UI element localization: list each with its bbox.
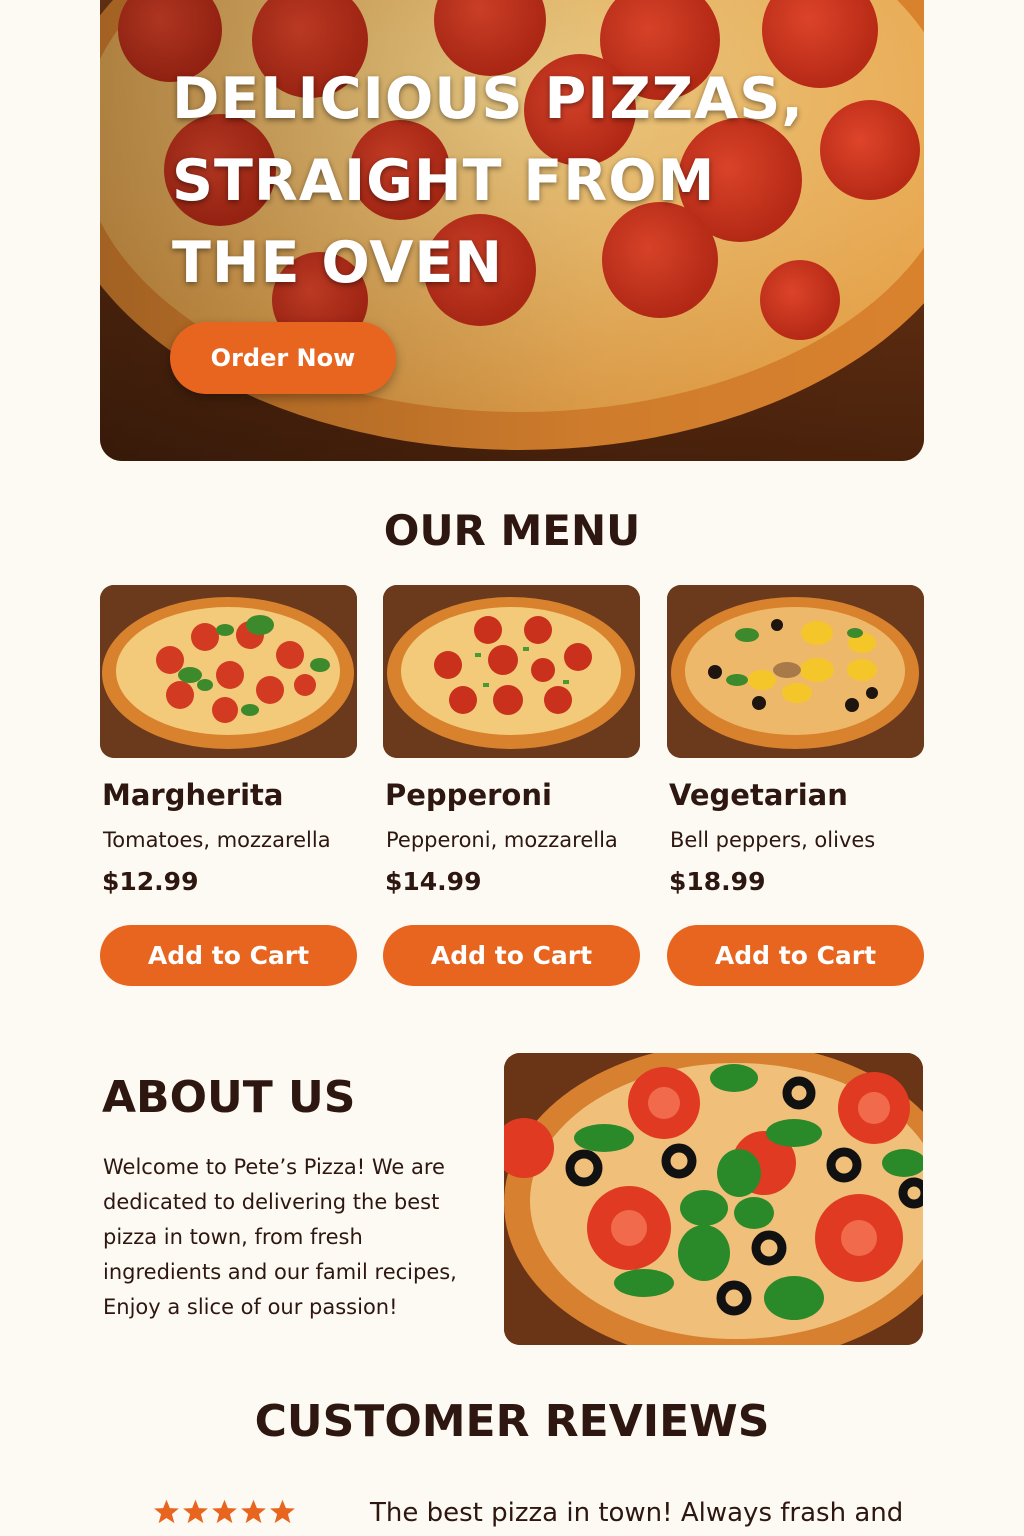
about-section-title: ABOUT US	[102, 1072, 356, 1123]
about-pizza-graphic	[504, 1053, 923, 1345]
item-price: $12.99	[102, 867, 199, 896]
about-pizza-image	[504, 1053, 923, 1345]
star-icon	[183, 1499, 208, 1524]
reviews-section-title: CUSTOMER REVIEWS	[254, 1396, 770, 1447]
item-description: Bell peppers, olives	[670, 828, 876, 852]
about-description: Welcome to Pete’s Pizza! We are dedicate…	[103, 1155, 457, 1319]
item-description: Pepperoni, mozzarella	[386, 828, 618, 852]
item-price: $18.99	[669, 867, 766, 896]
item-name: Pepperoni	[385, 778, 552, 812]
add-to-cart-button[interactable]: Add to Cart	[100, 925, 357, 986]
hero-title-line: STRAIGHT FROM	[172, 148, 716, 214]
menu-item-pepperoni: Pepperoni Pepperoni, mozzarella $14.99 A…	[383, 585, 640, 986]
item-name: Vegetarian	[669, 778, 848, 812]
menu-section-title: OUR MENU	[383, 506, 641, 555]
review-text: The best pizza in town! Always frash and	[370, 1498, 904, 1528]
hero-title-line: DELICIOUS PIZZAS,	[172, 66, 804, 132]
star-icon	[154, 1499, 179, 1524]
add-to-cart-button[interactable]: Add to Cart	[383, 925, 640, 986]
star-icon	[270, 1499, 295, 1524]
order-now-button[interactable]: Order Now	[170, 322, 396, 394]
item-price: $14.99	[385, 867, 482, 896]
star-icon	[212, 1499, 237, 1524]
menu-item-margherita: Margherita Tomatoes, mozzarella $12.99 A…	[100, 585, 357, 986]
review-rating	[153, 1498, 296, 1525]
item-name: Margherita	[102, 778, 284, 812]
hero-title-line: THE OVEN	[172, 230, 504, 296]
item-description: Tomatoes, mozzarella	[103, 828, 331, 852]
hero-banner: DELICIOUS PIZZAS, STRAIGHT FROM THE OVEN…	[100, 0, 924, 461]
star-icon	[241, 1499, 266, 1524]
menu-item-vegetarian: Vegetarian Bell peppers, olives $18.99 A…	[667, 585, 924, 986]
add-to-cart-button[interactable]: Add to Cart	[667, 925, 924, 986]
margherita-pizza-image	[100, 585, 357, 758]
pepperoni-pizza-image	[383, 585, 640, 758]
hero-title: DELICIOUS PIZZAS, STRAIGHT FROM THE OVEN	[172, 58, 872, 304]
vegetarian-pizza-image	[667, 585, 924, 758]
